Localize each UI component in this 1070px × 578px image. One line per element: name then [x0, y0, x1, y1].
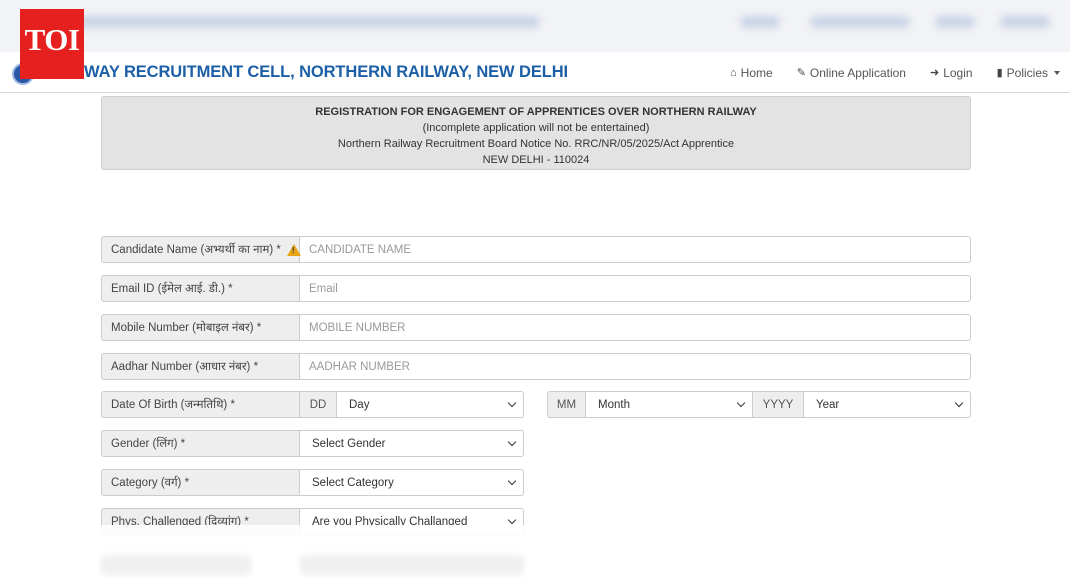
pencil-icon: ✎ — [796, 67, 806, 79]
mobile-label-box: Mobile Number (मोबाइल नंबर) * — [101, 314, 300, 341]
aadhar-input[interactable]: AADHAR NUMBER — [300, 353, 971, 380]
aadhar-label: Aadhar Number (आधार नंबर) * — [111, 361, 259, 373]
gender-label-box: Gender (लिंग) * — [101, 430, 300, 457]
gender-label: Gender (लिंग) * — [111, 438, 186, 450]
login-icon: ➜ — [929, 67, 940, 79]
email-row: Email ID (ईमेल आई. डी.) * Email — [101, 275, 971, 302]
nav-home[interactable]: ⌂ Home — [730, 66, 773, 80]
registration-header: REGISTRATION FOR ENGAGEMENT OF APPRENTIC… — [101, 96, 971, 170]
candidate-name-row: Candidate Name (अभ्यर्थी का नाम) * ! CAN… — [101, 236, 971, 263]
email-input[interactable]: Email — [300, 275, 971, 302]
chevron-down-icon — [736, 398, 746, 408]
category-label-box: Category (वर्ग) * — [101, 469, 300, 496]
candidate-name-label-box: Candidate Name (अभ्यर्थी का नाम) * ! — [101, 236, 301, 263]
aadhar-label-box: Aadhar Number (आधार नंबर) * — [101, 353, 300, 380]
dob-label: Date Of Birth (जन्मतिथि) * — [111, 399, 235, 411]
chevron-down-icon — [507, 515, 517, 525]
nav-online-application-label: Online Application — [809, 65, 906, 80]
registration-note: (Incomplete application will not be ente… — [422, 122, 650, 134]
mobile-label: Mobile Number (मोबाइल नंबर) * — [111, 322, 262, 334]
registration-title: REGISTRATION FOR ENGAGEMENT OF APPRENTIC… — [315, 106, 757, 118]
category-row: Category (वर्ग) * Select Category — [101, 469, 524, 496]
year-select-value: Year — [816, 398, 840, 411]
category-select[interactable]: Select Category — [300, 469, 524, 496]
candidate-name-input[interactable]: CANDIDATE NAME — [300, 236, 971, 263]
blurred-row-label — [101, 555, 251, 575]
nav-online-application[interactable]: ✎ Online Application — [797, 66, 906, 80]
chevron-down-icon — [507, 398, 517, 408]
blurred-row-input — [300, 555, 524, 575]
navbar: WAY RECRUITMENT CELL, NORTHERN RAILWAY, … — [0, 52, 1070, 93]
chevron-down-icon — [507, 437, 517, 447]
book-icon: ▮ — [996, 67, 1003, 79]
dob-row: Date Of Birth (जन्मतिथि) * DD Day — [101, 391, 524, 418]
mobile-input[interactable]: MOBILE NUMBER — [300, 314, 971, 341]
yyyy-addon: YYYY — [753, 391, 804, 418]
nav-policies-label: Policies — [1006, 65, 1048, 80]
candidate-name-label: Candidate Name (अभ्यर्थी का नाम) * — [111, 244, 281, 256]
nav-login-label: Login — [943, 65, 973, 80]
mm-addon: MM — [547, 391, 586, 418]
year-select[interactable]: Year — [804, 391, 971, 418]
home-icon: ⌂ — [730, 66, 737, 79]
chevron-down-icon — [954, 398, 964, 408]
registration-location: NEW DELHI - 110024 — [482, 154, 590, 166]
nav-login[interactable]: ➜ Login — [930, 66, 973, 80]
nav-policies[interactable]: ▮ Policies — [997, 66, 1060, 80]
nav-links: ⌂ Home ✎ Online Application ➜ Login ▮ Po… — [730, 52, 1060, 93]
mobile-row: Mobile Number (मोबाइल नंबर) * MOBILE NUM… — [101, 314, 971, 341]
gender-row: Gender (लिंग) * Select Gender — [101, 430, 524, 457]
nav-home-label: Home — [740, 65, 773, 80]
blurred-top-strip — [0, 0, 1070, 52]
gender-select[interactable]: Select Gender — [300, 430, 524, 457]
category-label: Category (वर्ग) * — [111, 477, 190, 489]
day-select-value: Day — [349, 398, 370, 411]
month-select[interactable]: Month — [586, 391, 753, 418]
brand-title[interactable]: WAY RECRUITMENT CELL, NORTHERN RAILWAY, … — [84, 63, 568, 82]
caret-down-icon — [1054, 70, 1060, 75]
chevron-down-icon — [507, 476, 517, 486]
toi-logo: TOI — [20, 9, 84, 79]
dd-addon: DD — [300, 391, 337, 418]
dob-label-box: Date Of Birth (जन्मतिथि) * — [101, 391, 300, 418]
email-label: Email ID (ईमेल आई. डी.) * — [111, 283, 233, 295]
gender-select-value: Select Gender — [312, 437, 386, 450]
dob-month-year-row: MM Month YYYY Year — [547, 391, 971, 418]
month-select-value: Month — [598, 398, 630, 411]
registration-notice: Northern Railway Recruitment Board Notic… — [337, 138, 735, 150]
warning-icon: ! — [286, 243, 301, 256]
aadhar-row: Aadhar Number (आधार नंबर) * AADHAR NUMBE… — [101, 353, 971, 380]
day-select[interactable]: Day — [337, 391, 524, 418]
email-label-box: Email ID (ईमेल आई. डी.) * — [101, 275, 300, 302]
category-select-value: Select Category — [312, 476, 394, 489]
